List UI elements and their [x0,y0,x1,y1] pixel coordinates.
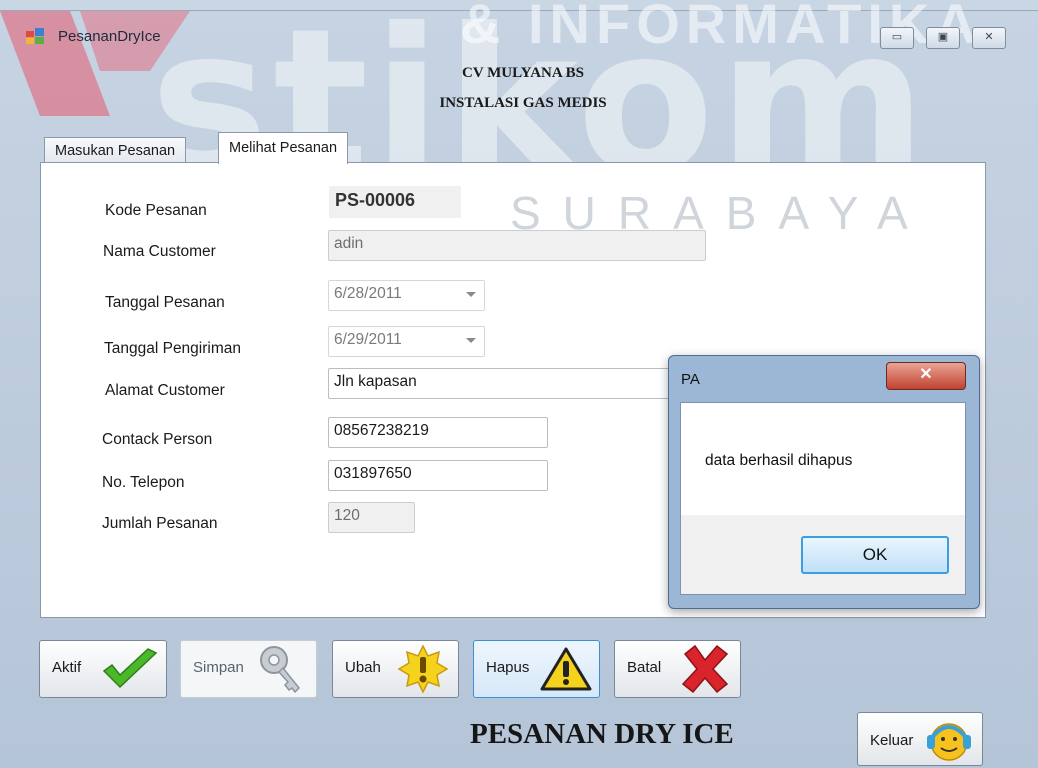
nama-customer-label: Nama Customer [103,243,216,260]
jumlah-pesanan-field[interactable]: 120 [328,502,415,533]
kode-pesanan-value: PS-00006 [329,186,461,218]
dialog-close-button[interactable]: ✕ [886,362,966,390]
tanggal-pengiriman-label: Tanggal Pengiriman [104,340,242,357]
batal-button[interactable]: Batal [614,640,741,698]
hapus-button[interactable]: Hapus [473,640,600,698]
ubah-button[interactable]: Ubah [332,640,459,698]
watermark-surabaya: SURABAYA [510,187,930,239]
warning-triangle-icon [540,647,592,691]
key-icon [260,646,301,694]
chevron-down-icon[interactable] [466,292,476,297]
aktif-button[interactable]: Aktif [39,640,167,698]
batal-label: Batal [627,659,662,676]
minimize-button[interactable]: ▭ [880,27,914,49]
checkmark-icon [102,648,158,689]
tab-melihat-pesanan[interactable]: Melihat Pesanan [218,132,349,164]
alamat-customer-field[interactable]: Jln kapasan [328,368,706,399]
tab-masukan-pesanan[interactable]: Masukan Pesanan [44,137,187,164]
alamat-customer-label: Alamat Customer [105,382,225,399]
kode-pesanan-label: Kode Pesanan [105,202,207,219]
support-headset-icon [927,723,971,761]
window-title: PesananDryIce [58,28,161,45]
simpan-label: Simpan [193,659,244,676]
ok-button[interactable]: OK [801,536,949,574]
tanggal-pesanan-label: Tanggal Pesanan [105,294,225,311]
contact-person-label: Contack Person [102,431,213,448]
keluar-label: Keluar [870,732,914,749]
aktif-label: Aktif [52,659,82,676]
window-close-button[interactable]: ✕ [972,27,1006,49]
app-icon [26,28,44,44]
tanggal-pengiriman-value: 6/29/2011 [334,331,402,348]
company-name: CV MULYANA BS [462,65,584,81]
dialog-message-area: data berhasil dihapus [681,403,965,515]
chevron-down-icon[interactable] [466,338,476,343]
no-telepon-label: No. Telepon [102,474,185,491]
dialog-title: PA [681,371,700,388]
tanggal-pesanan-value: 6/28/2011 [334,285,402,302]
no-telepon-field[interactable]: 031897650 [328,460,548,491]
message-dialog: PA ✕ data berhasil dihapus OK [668,355,980,609]
company-subtitle: INSTALASI GAS MEDIS [439,95,607,111]
tanggal-pesanan-picker[interactable]: 6/28/2011 [328,280,485,311]
warning-burst-icon [397,644,449,694]
tanggal-pengiriman-picker[interactable]: 6/29/2011 [328,326,485,357]
red-x-icon [681,644,729,694]
hapus-label: Hapus [486,659,530,676]
jumlah-pesanan-label: Jumlah Pesanan [102,515,218,532]
contact-person-field[interactable]: 08567238219 [328,417,548,448]
dialog-message: data berhasil dihapus [705,452,853,469]
simpan-button[interactable]: Simpan [180,640,317,698]
dialog-body: data berhasil dihapus OK [680,402,966,595]
title-bar: PesananDryIce ▭ ▣ ✕ [0,11,1038,57]
ubah-label: Ubah [345,659,381,676]
footer-title: PESANAN DRY ICE [470,718,734,750]
keluar-button[interactable]: Keluar [857,712,983,766]
maximize-button[interactable]: ▣ [926,27,960,49]
